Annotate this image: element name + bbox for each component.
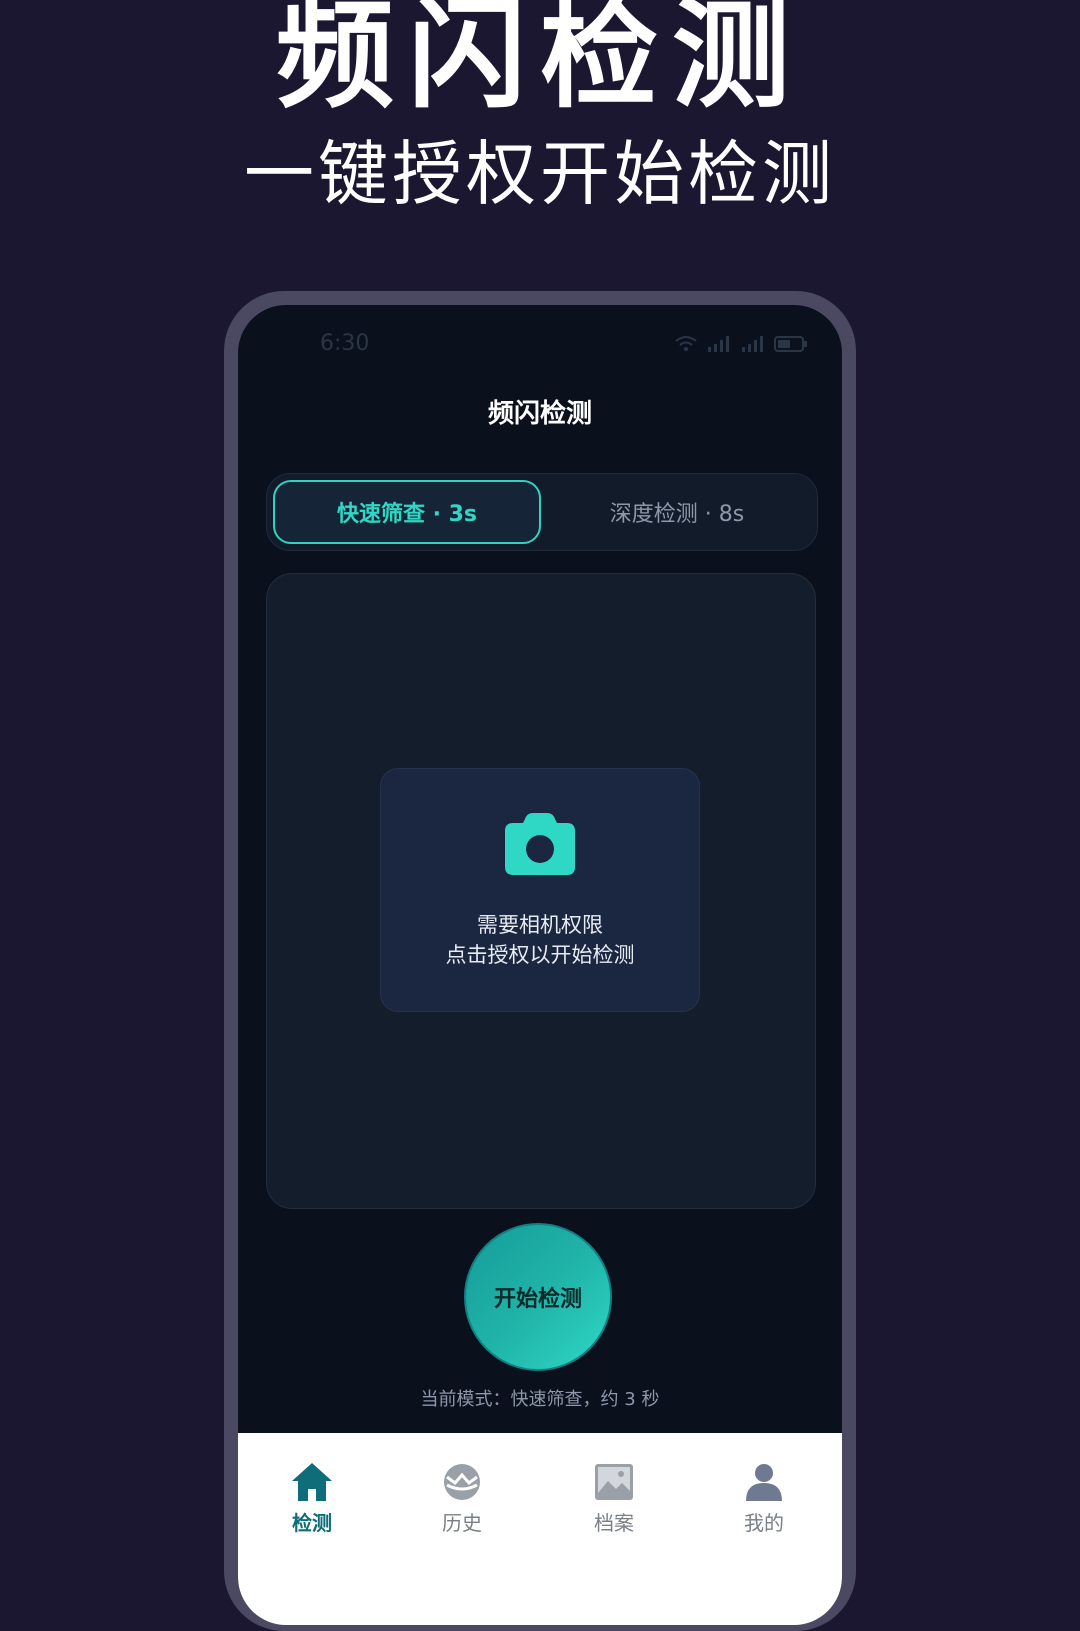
camera-icon (505, 813, 575, 875)
camera-preview: 需要相机权限 点击授权以开始检测 (266, 573, 816, 1209)
tab-history-label: 历史 (442, 1511, 482, 1535)
battery-icon (774, 335, 808, 357)
permission-hint: 点击授权以开始检测 (445, 943, 635, 967)
tab-history[interactable]: 历史 (402, 1463, 522, 1543)
promo-subline: 一键授权开始检测 (244, 133, 836, 215)
status-bar: 6:30 (238, 327, 842, 367)
person-icon (704, 1463, 824, 1501)
tab-quick-screening[interactable]: 快速筛查 · 3s (273, 480, 541, 544)
tab-detect[interactable]: 检测 (252, 1463, 372, 1543)
gallery-icon (554, 1463, 674, 1501)
tab-archive[interactable]: 档案 (554, 1463, 674, 1543)
start-detection-button[interactable]: 开始检测 (464, 1223, 612, 1371)
phone-frame: 6:30 频闪检测 快速筛查 · 3s 深度检测 · 8s 需要相机权限 点击授… (224, 291, 856, 1631)
phone-screen: 6:30 频闪检测 快速筛查 · 3s 深度检测 · 8s 需要相机权限 点击授… (238, 305, 842, 1625)
tab-deep-detection[interactable]: 深度检测 · 8s (543, 480, 811, 544)
promo-headline: 频闪检测 (275, 0, 804, 124)
tab-mine[interactable]: 我的 (704, 1463, 824, 1543)
status-icons (674, 335, 808, 357)
wifi-icon (674, 335, 698, 357)
mode-switch: 快速筛查 · 3s 深度检测 · 8s (266, 473, 818, 551)
signal-icon (706, 335, 732, 357)
bottom-tab-bar: 检测 历史 档案 我的 (238, 1433, 842, 1625)
status-time: 6:30 (320, 331, 370, 356)
signal-icon-2 (740, 335, 766, 357)
current-mode-hint: 当前模式：快速筛查，约 3 秒 (420, 1389, 660, 1410)
tab-detect-label: 检测 (292, 1511, 332, 1535)
tab-archive-label: 档案 (594, 1511, 634, 1535)
tab-mine-label: 我的 (744, 1511, 784, 1535)
permission-card[interactable]: 需要相机权限 点击授权以开始检测 (380, 768, 700, 1012)
history-icon (402, 1463, 522, 1501)
home-icon (252, 1463, 372, 1501)
permission-title: 需要相机权限 (477, 913, 603, 937)
page-title: 频闪检测 (487, 399, 592, 429)
